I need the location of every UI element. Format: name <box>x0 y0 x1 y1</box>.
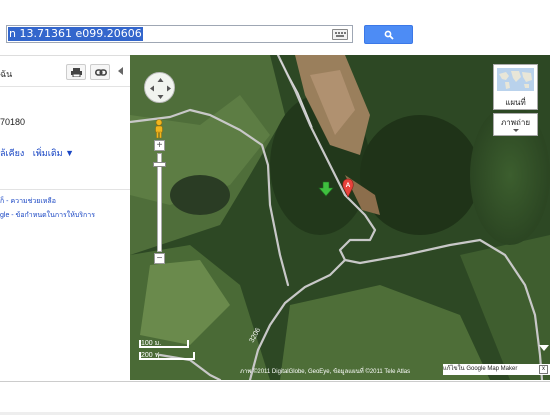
print-button[interactable] <box>66 64 86 80</box>
scale-bar: 100 ม. 200 ฟุ <box>139 338 195 360</box>
map-type-label: แผนที่ <box>505 98 526 107</box>
search-button[interactable] <box>364 25 413 44</box>
top-bar: n 13.71361 e099.20606 <box>0 0 550 46</box>
map-view[interactable]: 3206 A + − แผนที่ ภาพถ่าย 100 ม. 200 ฟุ … <box>130 55 550 380</box>
terms-link[interactable]: gle - ข้อกำหนดในการให้บริการ <box>0 210 95 221</box>
action-links: ล้เคียง เพิ่มเติม ▼ <box>0 146 80 160</box>
satellite-label: ภาพถ่าย <box>500 118 531 127</box>
nearby-link[interactable]: ล้เคียง <box>0 148 24 158</box>
pan-right-icon[interactable] <box>167 85 171 92</box>
divider <box>0 381 550 382</box>
search-query[interactable]: n 13.71361 e099.20606 <box>8 27 143 41</box>
keyboard-icon[interactable] <box>332 29 348 40</box>
left-panel: ฉัน 70180 ล้เคียง เพิ่มเติม ▼ ก็ - ความช… <box>0 55 130 381</box>
zoom-slider[interactable] <box>157 153 162 252</box>
chain-link-icon <box>95 69 107 76</box>
pan-control[interactable] <box>144 72 175 103</box>
collapse-panel-icon[interactable] <box>118 67 123 75</box>
satellite-button[interactable]: ภาพถ่าย <box>493 113 538 136</box>
world-map-thumbnail <box>497 68 534 91</box>
chevron-down-icon <box>513 129 519 132</box>
pan-up-icon[interactable] <box>157 78 164 82</box>
magnifier-icon <box>384 30 394 40</box>
mapmaker-link[interactable]: แก้ไขใน Google Map Maker x <box>443 364 550 375</box>
zoom-out-button[interactable]: − <box>154 253 165 264</box>
search-input[interactable]: n 13.71361 e099.20606 <box>6 25 353 43</box>
map-attribution: ภาพ ©2011 DigitalGlobe, GeoEye, ข้อมูลแผ… <box>240 369 411 375</box>
help-link[interactable]: ก็ - ความช่วยเหลือ <box>0 196 56 207</box>
zoom-slider-handle[interactable] <box>153 162 166 167</box>
map-type-button[interactable]: แผนที่ <box>493 64 538 110</box>
pan-down-icon[interactable] <box>157 95 164 99</box>
divider <box>0 189 130 190</box>
close-icon[interactable]: x <box>539 365 548 374</box>
satellite-imagery: 3206 A <box>130 55 550 380</box>
zoom-in-button[interactable]: + <box>154 140 165 151</box>
printer-icon <box>71 68 82 77</box>
link-button[interactable] <box>90 64 110 80</box>
more-link[interactable]: เพิ่มเติม ▼ <box>33 148 74 158</box>
divider <box>0 86 130 87</box>
pan-left-icon[interactable] <box>150 85 154 92</box>
marker-label: A <box>346 182 351 189</box>
overview-toggle-icon[interactable] <box>539 345 549 351</box>
postal-code: 70180 <box>0 117 26 127</box>
panel-header-label: ฉัน <box>0 69 13 79</box>
mapmaker-text[interactable]: แก้ไขใน Google Map Maker <box>443 366 517 372</box>
pegman-icon[interactable] <box>153 119 165 139</box>
